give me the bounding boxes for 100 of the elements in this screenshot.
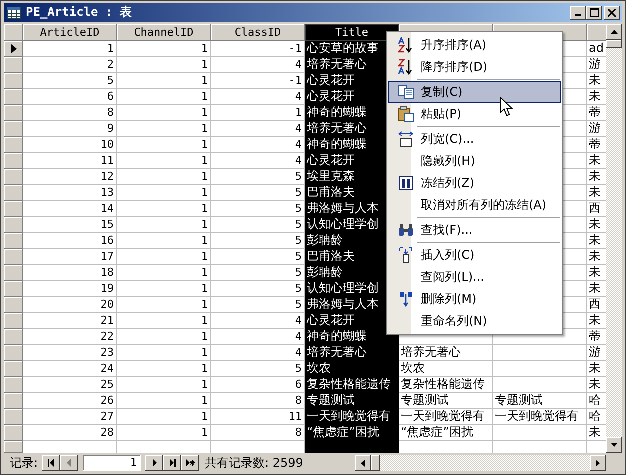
table-cell: 复杂性格能遗传 — [399, 377, 493, 393]
maximize-icon — [590, 8, 598, 17]
next-record-button[interactable] — [145, 455, 164, 471]
table-cell: 专题测试 — [399, 393, 493, 409]
minimize-icon — [575, 14, 581, 16]
table-cell: 1 — [117, 169, 211, 185]
record-number-field[interactable]: 1 — [83, 455, 142, 471]
table-cell: 1 — [117, 73, 211, 89]
scroll-left-button[interactable] — [355, 455, 372, 471]
table-cell: 1 — [117, 41, 211, 57]
table-cell: 一天到晚觉得有 — [305, 409, 399, 425]
table-cell: 18 — [23, 265, 117, 281]
table-cell: 27 — [23, 409, 117, 425]
column-header[interactable]: Title — [305, 24, 399, 41]
menu-item[interactable]: 复制(C) — [388, 81, 561, 103]
table-cell: 1 — [117, 249, 211, 265]
table-cell: 专题测试 — [305, 393, 399, 409]
table-cell: 24 — [23, 361, 117, 377]
maximize-button[interactable] — [586, 6, 602, 20]
table-cell: 26 — [23, 393, 117, 409]
current-record-icon — [10, 44, 16, 54]
table-cell: 12 — [23, 169, 117, 185]
vertical-scrollbar[interactable] — [606, 24, 622, 453]
table-cell: 1 — [117, 281, 211, 297]
table-cell: 9 — [23, 121, 117, 137]
table-cell: 1 — [117, 409, 211, 425]
scroll-down-button[interactable] — [606, 437, 622, 453]
table-cell: 1 — [117, 329, 211, 345]
table-cell: 1 — [117, 153, 211, 169]
record-label: 记录: — [10, 454, 38, 472]
column-header[interactable]: ArticleID — [23, 24, 117, 41]
table-cell: 1 — [117, 297, 211, 313]
mouse-pointer-icon — [500, 97, 513, 117]
table-cell: 16 — [23, 233, 117, 249]
first-icon — [46, 459, 56, 467]
table-cell: 13 — [23, 185, 117, 201]
table-cell: 23 — [23, 345, 117, 361]
table-cell: 14 — [23, 201, 117, 217]
record-count: 共有记录数: 2599 — [205, 454, 304, 472]
minimize-button[interactable] — [570, 6, 586, 20]
table-cell: “焦虑症”困扰 — [399, 425, 493, 441]
table-cell: 1 — [117, 185, 211, 201]
table-cell: 1 — [117, 57, 211, 73]
column-header[interactable] — [587, 24, 606, 41]
prev-icon — [64, 459, 74, 467]
table-cell: 17 — [23, 249, 117, 265]
table-cell: 神奇的蝴蝶 — [305, 329, 399, 345]
binoculars-icon — [398, 223, 414, 237]
window-title: PE_Article : 表 — [26, 4, 133, 21]
table-cell: 2 — [23, 57, 117, 73]
table-cell: 一天到晚觉得有 — [493, 409, 587, 425]
table-cell: 10 — [23, 137, 117, 153]
up-arrow-icon — [610, 30, 618, 34]
table-cell: 1 — [117, 201, 211, 217]
close-button[interactable] — [604, 6, 620, 20]
delete-column-icon — [398, 291, 412, 307]
table-cell: 培养无著心 — [399, 345, 493, 361]
table-cell: 1 — [117, 121, 211, 137]
insert-column-icon — [398, 247, 412, 263]
first-record-button[interactable] — [42, 455, 60, 471]
row-selector[interactable] — [4, 41, 23, 57]
scroll-up-button[interactable] — [606, 24, 622, 40]
down-arrow-icon — [610, 443, 618, 447]
table-cell: 20 — [23, 297, 117, 313]
table-cell: 5 — [23, 73, 117, 89]
right-arrow-icon — [596, 460, 600, 466]
column-header[interactable]: ClassID — [211, 24, 305, 41]
table-cell: 1 — [117, 425, 211, 441]
horizontal-scrollbar[interactable] — [355, 455, 606, 471]
table-cell: 15 — [23, 217, 117, 233]
last-record-button[interactable] — [163, 455, 182, 471]
left-arrow-icon — [361, 460, 366, 466]
table-cell: 复杂性格能遗传 — [305, 377, 399, 393]
scroll-thumb[interactable] — [606, 40, 622, 48]
copy-icon — [398, 85, 414, 99]
table-cell: 1 — [117, 265, 211, 281]
table-cell: 培养无著心 — [305, 345, 399, 361]
column-header[interactable]: ChannelID — [117, 24, 211, 41]
table-cell: 1 — [23, 41, 117, 57]
table-cell: 1 — [117, 233, 211, 249]
table-icon — [7, 6, 21, 18]
sort-ascending-icon — [398, 37, 414, 53]
new-record-button[interactable] — [181, 455, 200, 471]
table-cell: 一天到晚觉得有 — [399, 409, 493, 425]
table-cell: 1 — [117, 89, 211, 105]
table-cell: 1 — [117, 137, 211, 153]
table-cell: 1 — [117, 105, 211, 121]
table-cell: 专题测试 — [493, 393, 587, 409]
scroll-right-button[interactable] — [590, 455, 606, 471]
table-cell: 11 — [23, 153, 117, 169]
close-icon — [608, 8, 616, 16]
new-icon — [186, 459, 195, 467]
table-cell: 21 — [23, 313, 117, 329]
select-all-corner[interactable] — [4, 24, 23, 41]
table-cell: 8 — [23, 105, 117, 121]
scroll-thumb[interactable] — [371, 455, 380, 471]
table-cell: 19 — [23, 281, 117, 297]
column-width-icon — [398, 131, 414, 147]
table-cell: 坎农 — [305, 361, 399, 377]
table-cell: 1 — [117, 361, 211, 377]
